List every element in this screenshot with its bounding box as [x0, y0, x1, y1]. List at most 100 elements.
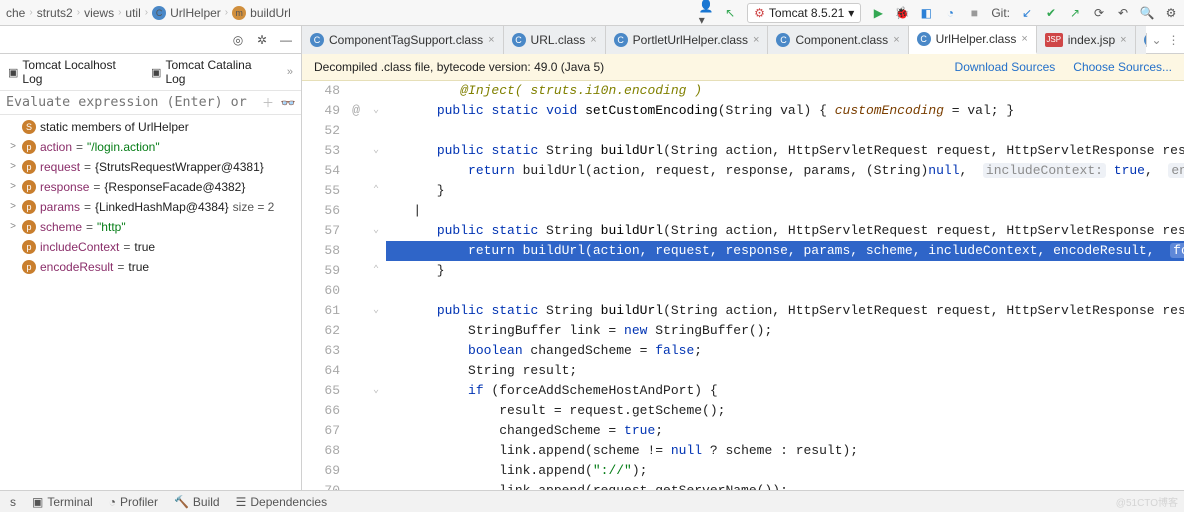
- close-icon[interactable]: ×: [1120, 34, 1126, 46]
- close-icon[interactable]: ×: [590, 34, 596, 46]
- code-line[interactable]: link.append(request.getServerName());: [386, 481, 1184, 490]
- code-line[interactable]: StringBuffer link = new StringBuffer();: [386, 321, 1184, 341]
- revert-icon[interactable]: ↶: [1116, 6, 1130, 20]
- crumb[interactable]: struts2: [37, 6, 73, 20]
- code-line[interactable]: |: [386, 201, 1184, 221]
- editor-tab[interactable]: CComponent.class×: [768, 26, 908, 54]
- log-tab[interactable]: ▣Tomcat Localhost Log: [8, 58, 137, 86]
- code-line[interactable]: public static void setCustomEncoding(Str…: [386, 101, 1184, 121]
- tabs-dropdown-icon[interactable]: ⌄: [1151, 33, 1161, 47]
- code-line[interactable]: public static String buildUrl(String act…: [386, 141, 1184, 161]
- fold-icon[interactable]: ⌄: [366, 141, 386, 161]
- variable-row[interactable]: S static members of UrlHelper: [4, 117, 301, 137]
- choose-sources-link[interactable]: Choose Sources...: [1073, 60, 1172, 74]
- code-line[interactable]: public static String buildUrl(String act…: [386, 301, 1184, 321]
- variables-tree[interactable]: S static members of UrlHelper>p action =…: [0, 115, 301, 490]
- build-tool[interactable]: 🔨Build: [174, 495, 220, 509]
- fold-icon[interactable]: [366, 441, 386, 461]
- code-line[interactable]: String result;: [386, 361, 1184, 381]
- editor-tab[interactable]: CUrlHelper.class×: [909, 26, 1037, 54]
- git-commit-icon[interactable]: ✔: [1044, 6, 1058, 20]
- close-icon[interactable]: ×: [893, 34, 899, 46]
- close-icon[interactable]: ×: [1021, 33, 1027, 45]
- fold-icon[interactable]: [366, 81, 386, 101]
- fold-icon[interactable]: ⌃: [366, 181, 386, 201]
- minimize-icon[interactable]: —: [279, 33, 293, 47]
- variable-row[interactable]: >p params = {LinkedHashMap@4384} size = …: [4, 197, 301, 217]
- fold-icon[interactable]: [366, 241, 386, 261]
- evaluate-input[interactable]: [6, 95, 255, 110]
- code-area[interactable]: 48 @Inject( struts.i10n.encoding )49@⌄ p…: [302, 81, 1184, 490]
- download-sources-link[interactable]: Download Sources: [955, 60, 1056, 74]
- git-push-icon[interactable]: ↗: [1068, 6, 1082, 20]
- code-line[interactable]: changedScheme = true;: [386, 421, 1184, 441]
- code-line[interactable]: boolean changedScheme = false;: [386, 341, 1184, 361]
- hammer-build-icon[interactable]: ↖: [723, 6, 737, 20]
- code-line[interactable]: public static String buildUrl(String act…: [386, 221, 1184, 241]
- code-line[interactable]: [386, 121, 1184, 141]
- code-line[interactable]: if (forceAddSchemeHostAndPort) {: [386, 381, 1184, 401]
- run-icon[interactable]: ▶: [871, 6, 885, 20]
- close-icon[interactable]: ×: [488, 34, 494, 46]
- crumb[interactable]: util: [125, 6, 140, 20]
- fold-icon[interactable]: [366, 361, 386, 381]
- fold-icon[interactable]: ⌄: [366, 101, 386, 121]
- code-line[interactable]: return buildUrl(action, request, respons…: [386, 161, 1184, 181]
- code-line[interactable]: link.append(scheme != null ? scheme : re…: [386, 441, 1184, 461]
- crumb[interactable]: buildUrl: [250, 6, 291, 20]
- run-config-select[interactable]: ⚙ Tomcat 8.5.21 ▾: [747, 3, 861, 23]
- fold-icon[interactable]: [366, 341, 386, 361]
- settings-icon[interactable]: ⚙: [1164, 6, 1178, 20]
- history-icon[interactable]: ⟳: [1092, 6, 1106, 20]
- add-watch-icon[interactable]: ＋: [261, 96, 275, 110]
- gear-icon[interactable]: ✲: [255, 33, 269, 47]
- fold-icon[interactable]: [366, 281, 386, 301]
- variable-row[interactable]: p includeContext = true: [4, 237, 301, 257]
- variable-row[interactable]: >p response = {ResponseFacade@4382}: [4, 177, 301, 197]
- editor-tab[interactable]: CDispatche×: [1136, 26, 1146, 54]
- profiler-tool[interactable]: ◔Profiler: [109, 495, 158, 509]
- code-line[interactable]: }: [386, 261, 1184, 281]
- variable-row[interactable]: >p scheme = "http": [4, 217, 301, 237]
- breadcrumb[interactable]: che› struts2› views› util› C UrlHelper› …: [6, 6, 291, 20]
- fold-icon[interactable]: [366, 321, 386, 341]
- fold-icon[interactable]: [366, 461, 386, 481]
- fold-icon[interactable]: ⌄: [366, 381, 386, 401]
- fold-icon[interactable]: [366, 421, 386, 441]
- variable-row[interactable]: >p request = {StrutsRequestWrapper@4381}: [4, 157, 301, 177]
- log-tab[interactable]: ▣Tomcat Catalina Log: [151, 58, 273, 86]
- code-line[interactable]: link.append("://");: [386, 461, 1184, 481]
- editor-tab[interactable]: JSPindex.jsp×: [1037, 26, 1136, 54]
- fold-icon[interactable]: [366, 481, 386, 490]
- log-more-icon[interactable]: »: [287, 66, 293, 78]
- close-icon[interactable]: ×: [753, 34, 759, 46]
- code-line[interactable]: return buildUrl(action, request, respons…: [386, 241, 1184, 261]
- editor-tab[interactable]: CPortletUrlHelper.class×: [606, 26, 769, 54]
- dependencies-tool[interactable]: ☰Dependencies: [236, 495, 328, 509]
- user-icon[interactable]: 👤▾: [699, 6, 713, 20]
- variable-row[interactable]: >p action = "/login.action": [4, 137, 301, 157]
- code-line[interactable]: [386, 281, 1184, 301]
- stop-icon[interactable]: ■: [967, 6, 981, 20]
- fold-icon[interactable]: [366, 121, 386, 141]
- fold-icon[interactable]: [366, 401, 386, 421]
- status-item[interactable]: s: [10, 495, 16, 509]
- fold-icon[interactable]: ⌄: [366, 301, 386, 321]
- variable-row[interactable]: p encodeResult = true: [4, 257, 301, 277]
- fold-icon[interactable]: [366, 161, 386, 181]
- git-update-icon[interactable]: ↙: [1020, 6, 1034, 20]
- tabs-more-icon[interactable]: ⋮: [1168, 33, 1180, 47]
- crumb[interactable]: views: [84, 6, 114, 20]
- watch-glasses-icon[interactable]: 👓: [281, 96, 295, 110]
- fold-icon[interactable]: [366, 201, 386, 221]
- target-icon[interactable]: ◎: [231, 33, 245, 47]
- debug-icon[interactable]: 🐞: [895, 6, 909, 20]
- crumb[interactable]: UrlHelper: [170, 6, 221, 20]
- code-line[interactable]: result = request.getScheme();: [386, 401, 1184, 421]
- code-line[interactable]: @Inject( struts.i10n.encoding ): [386, 81, 1184, 101]
- fold-icon[interactable]: ⌃: [366, 261, 386, 281]
- fold-icon[interactable]: ⌄: [366, 221, 386, 241]
- editor-tab[interactable]: CComponentTagSupport.class×: [302, 26, 504, 54]
- coverage-icon[interactable]: ◧: [919, 6, 933, 20]
- editor-tab[interactable]: CURL.class×: [504, 26, 606, 54]
